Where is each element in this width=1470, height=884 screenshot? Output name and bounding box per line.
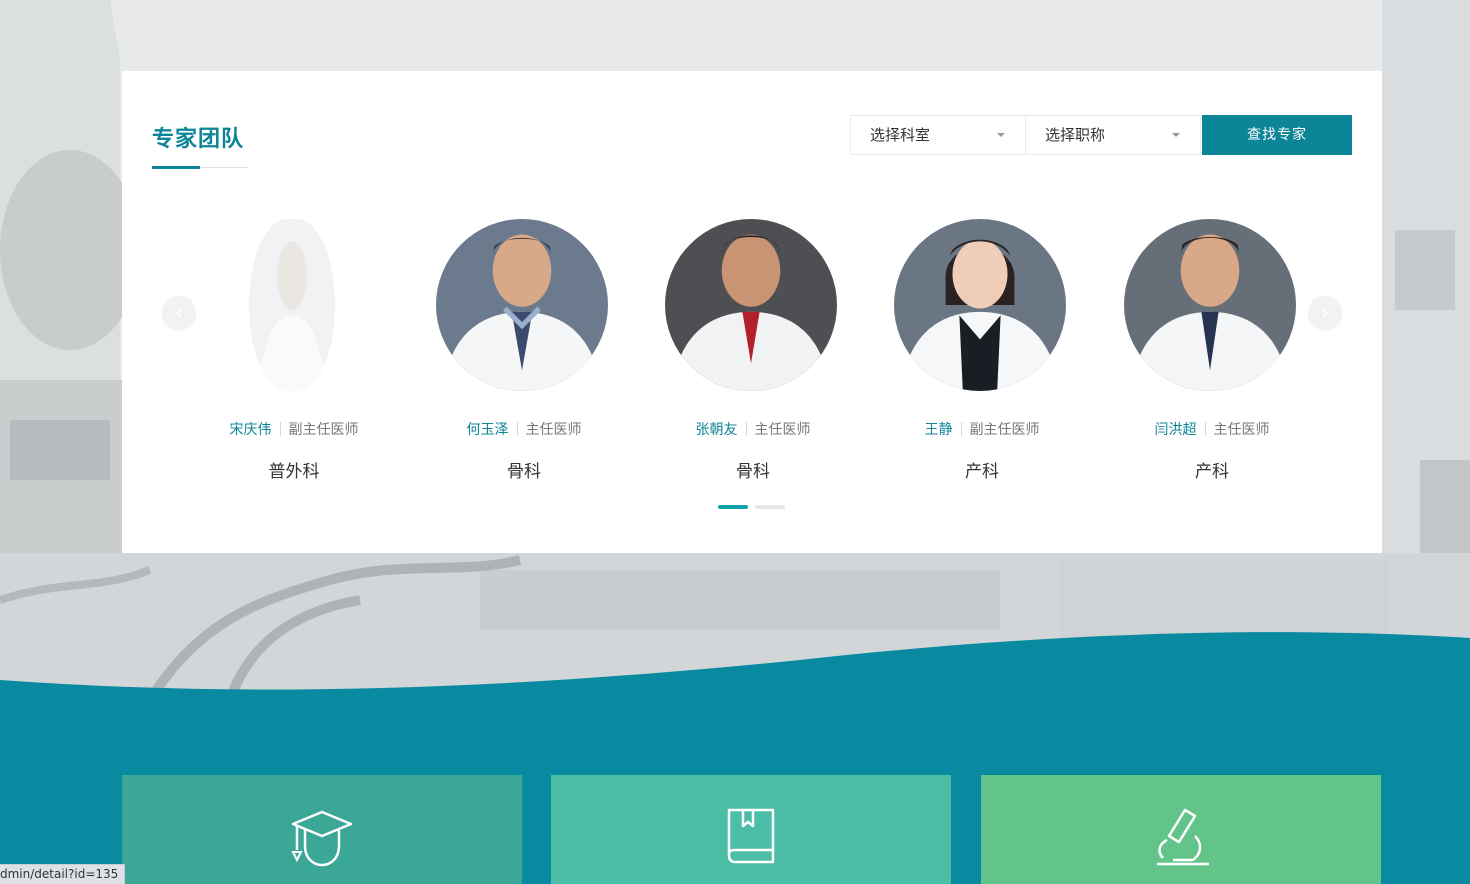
doctor-rank: 副主任医师 [969,422,1040,438]
doctor-rank: 主任医师 [525,422,582,438]
doctor-photo[interactable] [894,219,1066,391]
title-select-label: 选择职称 [1045,126,1106,144]
feature-tile-research[interactable] [981,775,1381,884]
doctor-rank: 主任医师 [1213,422,1270,438]
carousel-pagination [718,505,788,509]
expert-team-card: 专家团队 选择科室 选择职称 查找专家 宋庆伟 副主任医师 普外科 何玉泽 主任… [122,71,1382,553]
doctor-meta: 何玉泽 主任医师 [409,419,639,439]
pagination-dot[interactable] [755,505,785,509]
doctor-meta: 宋庆伟 副主任医师 [179,419,409,439]
doctor-meta: 闫洪超 主任医师 [1097,419,1327,439]
doctor-department: 产科 [965,462,999,482]
doctor-photo[interactable] [436,219,608,391]
carousel-next-button[interactable]: › [1308,296,1342,330]
doctor-card[interactable]: 宋庆伟 副主任医师 普外科 [179,219,409,489]
doctor-department: 骨科 [507,462,541,482]
caret-down-icon [1172,133,1180,137]
doctor-department: 产科 [1195,462,1229,482]
doctor-carousel: 宋庆伟 副主任医师 普外科 何玉泽 主任医师 骨科 张朝友 主任医师 骨科 王静… [122,219,1382,519]
carousel-prev-button[interactable]: ‹ [162,296,196,330]
doctor-name[interactable]: 张朝友 [696,422,738,438]
feature-tile-books[interactable] [551,775,951,884]
doctor-card[interactable]: 闫洪超 主任医师 产科 [1097,219,1327,489]
chevron-left-icon: ‹ [175,300,183,324]
doctor-rank: 副主任医师 [288,422,359,438]
doctor-name[interactable]: 宋庆伟 [230,422,272,438]
doctor-name[interactable]: 闫洪超 [1155,422,1197,438]
doctor-photo[interactable] [1124,219,1296,391]
department-select[interactable]: 选择科室 [850,115,1026,155]
title-underline [152,166,248,169]
doctor-card[interactable]: 张朝友 主任医师 骨科 [638,219,868,489]
chevron-right-icon: › [1321,300,1329,324]
browser-status-url: dmin/detail?id=135 [0,864,126,884]
department-select-label: 选择科室 [870,126,931,144]
book-icon [727,808,775,864]
doctor-photo[interactable] [665,219,837,391]
doctor-department: 普外科 [268,462,320,482]
title-select[interactable]: 选择职称 [1025,115,1201,155]
doctor-name[interactable]: 王静 [925,422,953,438]
doctor-name[interactable]: 何玉泽 [467,422,509,438]
doctor-meta: 王静 副主任医师 [867,419,1097,439]
pagination-dot-active[interactable] [718,505,748,509]
caret-down-icon [997,133,1005,137]
doctor-card[interactable]: 王静 副主任医师 产科 [867,219,1097,489]
doctor-card[interactable]: 何玉泽 主任医师 骨科 [409,219,639,489]
doctor-photo[interactable] [249,219,335,391]
doctor-department: 骨科 [736,462,770,482]
microscope-icon [1157,808,1209,866]
feature-tile-education[interactable] [122,775,522,884]
section-title: 专家团队 [152,127,245,152]
doctor-rank: 主任医师 [754,422,811,438]
doctor-meta: 张朝友 主任医师 [638,419,868,439]
graduation-cap-icon [291,810,353,867]
search-expert-button[interactable]: 查找专家 [1202,115,1352,155]
